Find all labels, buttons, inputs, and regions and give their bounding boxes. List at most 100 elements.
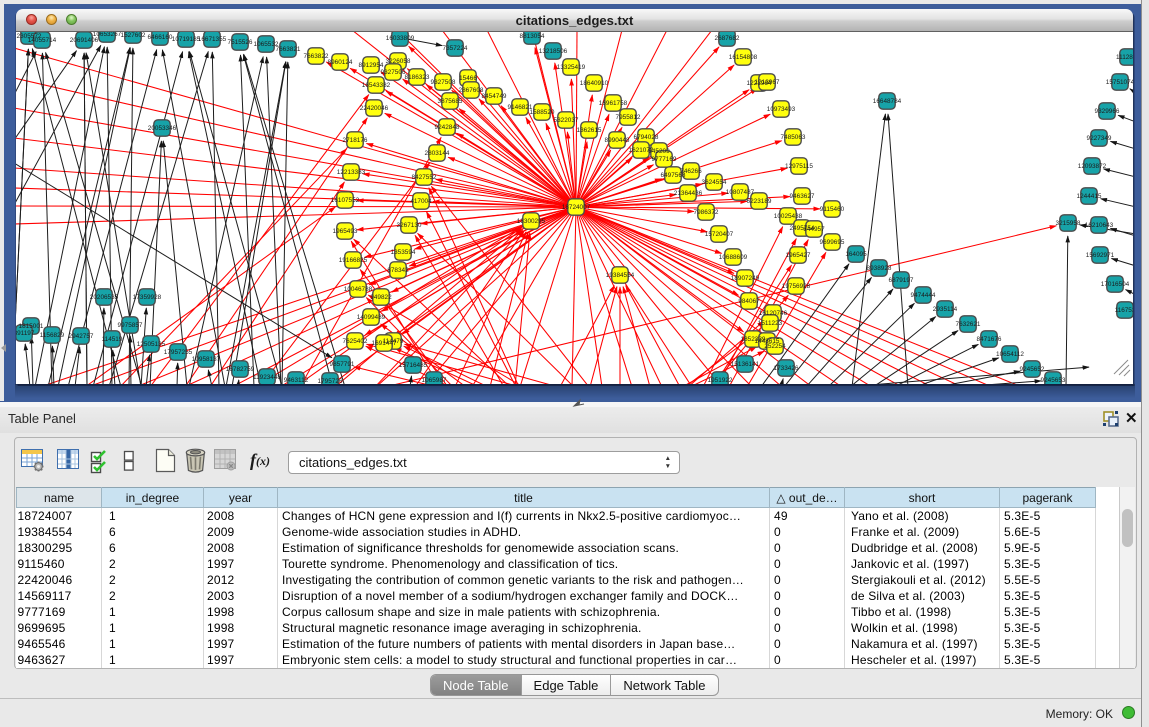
- svg-text:7663821: 7663821: [276, 46, 301, 53]
- svg-text:164095: 164095: [845, 251, 867, 258]
- svg-text:19166825: 19166825: [339, 257, 368, 264]
- svg-text:7632621: 7632621: [956, 321, 981, 328]
- svg-text:17016504: 17016504: [1101, 281, 1130, 288]
- svg-text:18724007: 18724007: [562, 204, 591, 211]
- svg-text:1156829: 1156829: [40, 332, 65, 339]
- svg-text:949822: 949822: [370, 294, 392, 301]
- svg-text:10688609: 10688609: [719, 254, 748, 261]
- svg-text:16033809: 16033809: [386, 35, 415, 42]
- svg-text:10654112: 10654112: [996, 351, 1024, 358]
- svg-text:391197: 391197: [16, 330, 35, 337]
- svg-text:1795726: 1795726: [318, 378, 343, 384]
- svg-text:9245653: 9245653: [1041, 377, 1066, 384]
- svg-text:10958137: 10958137: [192, 356, 221, 363]
- svg-text:6497568: 6497568: [661, 172, 686, 179]
- svg-text:1213967: 1213967: [755, 79, 780, 86]
- svg-text:20691406: 20691406: [70, 37, 99, 44]
- svg-text:7357224: 7357224: [443, 45, 468, 52]
- svg-text:10653267: 10653267: [93, 32, 122, 38]
- svg-text:13325419: 13325419: [557, 64, 586, 71]
- svg-text:1691447: 1691447: [372, 340, 397, 347]
- svg-text:10973493: 10973493: [767, 106, 796, 113]
- svg-text:6466160: 6466160: [148, 34, 173, 41]
- svg-text:8471676: 8471676: [977, 336, 1002, 343]
- svg-text:8990448: 8990448: [605, 137, 630, 144]
- svg-text:8813054: 8813054: [520, 33, 545, 40]
- svg-text:11923448: 11923448: [253, 374, 281, 381]
- svg-text:252254: 252254: [764, 343, 786, 350]
- svg-text:1815001: 1815001: [19, 323, 44, 330]
- svg-text:7625402: 7625402: [343, 338, 368, 345]
- svg-text:2942757: 2942757: [69, 333, 94, 340]
- svg-text:1112842: 1112842: [1116, 54, 1133, 61]
- svg-text:(x): (x): [256, 454, 270, 468]
- svg-text:10046788: 10046788: [344, 286, 373, 293]
- svg-text:18640910: 18640910: [580, 80, 609, 87]
- svg-text:21364436: 21364436: [674, 190, 703, 197]
- svg-text:9327508: 9327508: [431, 79, 456, 86]
- svg-text:1588520: 1588520: [530, 109, 555, 116]
- svg-text:2803144: 2803144: [425, 150, 450, 157]
- svg-text:1244415: 1244415: [1077, 193, 1102, 200]
- svg-text:20206535: 20206535: [90, 294, 119, 301]
- svg-text:1065987: 1065987: [422, 377, 447, 384]
- svg-text:844957: 844957: [803, 226, 825, 233]
- svg-text:116753: 116753: [1115, 307, 1133, 314]
- svg-text:10719185: 10719185: [172, 36, 201, 43]
- svg-text:7515526: 7515526: [228, 39, 253, 46]
- svg-text:1511223: 1511223: [758, 320, 783, 327]
- svg-text:16210643: 16210643: [1085, 222, 1114, 229]
- svg-text:6879197: 6879197: [889, 277, 914, 284]
- svg-text:16120746: 16120746: [759, 310, 788, 317]
- svg-text:1951922: 1951922: [708, 377, 733, 384]
- svg-text:12093872: 12093872: [1078, 163, 1107, 170]
- svg-text:18907249: 18907249: [731, 275, 760, 282]
- svg-text:878342: 878342: [387, 267, 409, 274]
- svg-text:16671355: 16671355: [198, 36, 227, 43]
- svg-text:8454749: 8454749: [482, 93, 507, 100]
- svg-text:9329966: 9329966: [1095, 108, 1120, 115]
- svg-text:2718176: 2718176: [343, 137, 368, 144]
- svg-text:16543382: 16543382: [362, 82, 391, 89]
- svg-text:984067: 984067: [738, 298, 760, 305]
- svg-text:14055714: 14055714: [28, 37, 57, 44]
- svg-text:12505135: 12505135: [137, 341, 166, 348]
- svg-text:1527602: 1527602: [121, 32, 146, 39]
- svg-text:16782759: 16782759: [226, 366, 255, 373]
- svg-text:16107552: 16107552: [331, 197, 360, 204]
- svg-text:15716485: 15716485: [399, 362, 428, 369]
- svg-text:17359928: 17359928: [133, 294, 162, 301]
- svg-text:9327506: 9327506: [381, 69, 406, 76]
- svg-text:2687682: 2687682: [715, 35, 740, 42]
- svg-text:15720407: 15720407: [705, 231, 734, 238]
- svg-text:3875685: 3875685: [438, 98, 463, 105]
- svg-text:8912954: 8912954: [359, 62, 384, 69]
- svg-text:7663822: 7663822: [304, 53, 329, 60]
- svg-text:18300295: 18300295: [517, 218, 546, 225]
- svg-text:15136141: 15136141: [731, 361, 760, 368]
- svg-text:15692971: 15692971: [1086, 252, 1115, 259]
- svg-text:17957255: 17957255: [164, 349, 193, 356]
- svg-text:7955812: 7955812: [616, 114, 641, 121]
- svg-text:9463112: 9463112: [284, 377, 309, 384]
- svg-text:8938928: 8938928: [867, 265, 892, 272]
- svg-text:7485063: 7485063: [781, 134, 806, 141]
- svg-text:9245652: 9245652: [1020, 366, 1045, 373]
- svg-text:22420046: 22420046: [360, 105, 389, 112]
- svg-text:9463627: 9463627: [790, 193, 815, 200]
- svg-text:8960124: 8960124: [328, 59, 353, 66]
- svg-text:6794028: 6794028: [634, 134, 659, 141]
- svg-text:845209: 845209: [648, 148, 670, 155]
- svg-text:9777169: 9777169: [652, 156, 677, 163]
- svg-text:12975115: 12975115: [785, 163, 813, 170]
- svg-text:15751074: 15751074: [1106, 79, 1133, 86]
- svg-text:9242848: 9242848: [435, 124, 460, 131]
- svg-text:8427552: 8427552: [412, 174, 437, 181]
- svg-text:16961758: 16961758: [599, 100, 628, 107]
- svg-text:9474444: 9474444: [911, 292, 936, 299]
- svg-text:417004: 417004: [410, 198, 432, 205]
- svg-text:6223189: 6223189: [747, 198, 772, 205]
- svg-text:8186323: 8186323: [405, 74, 430, 81]
- svg-text:9227349: 9227349: [1087, 135, 1112, 142]
- svg-text:3624554: 3624554: [702, 179, 727, 186]
